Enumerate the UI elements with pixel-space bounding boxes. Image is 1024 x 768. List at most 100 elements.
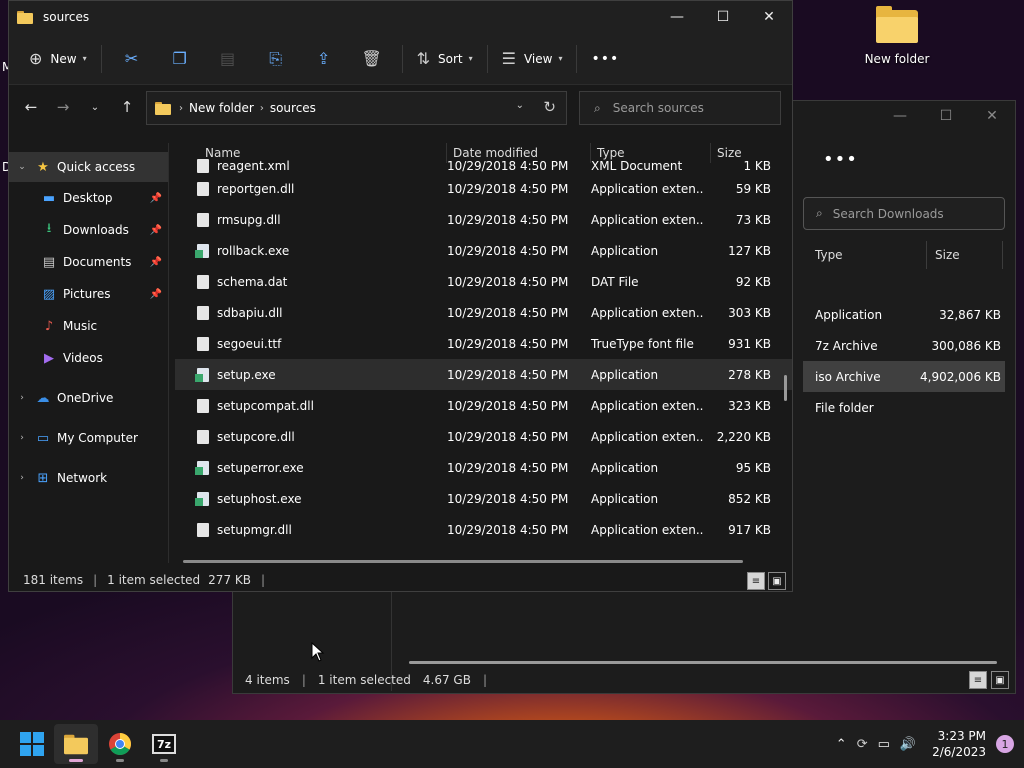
file-row[interactable]: schema.dat 10/29/2018 4:50 PM DAT File 92 K… [175,266,792,297]
taskbar-chrome[interactable] [98,724,142,764]
file-type: Application [591,243,659,258]
file-list: ⌃ Name Date modified Type Size reagent.x… [175,143,792,563]
document-file-icon [197,398,209,413]
file-type: DAT File [591,274,639,289]
delete-icon[interactable]: 🗑 [348,41,396,77]
sidebar-item-desktop[interactable]: ▬ Desktop 📌 [9,182,168,214]
cut-icon[interactable]: ✂ [108,41,156,77]
sidebar-item-documents[interactable]: ▤ Documents 📌 [9,246,168,278]
more-options-button[interactable]: ••• [823,149,858,170]
close-icon[interactable]: ✕ [746,1,792,33]
horizontal-scrollbar[interactable] [409,661,997,664]
sidebar-item-quick-access[interactable]: ⌄ ★ Quick access [9,152,168,182]
chrome-icon [109,733,131,755]
chevron-down-icon[interactable]: ⌄ [15,162,29,172]
breadcrumb-item[interactable]: sources [270,101,316,115]
sidebar-item-pictures[interactable]: ▨ Pictures 📌 [9,278,168,310]
file-date: 10/29/2018 4:50 PM [447,212,569,227]
search-input[interactable]: ⌕ Search sources [579,91,781,125]
back-arrow-icon[interactable]: ← [15,91,47,123]
sync-icon[interactable]: ⟳ [857,737,868,752]
sort-button[interactable]: ⇅ Sort ▾ [409,41,481,77]
new-button[interactable]: ⊕ New ▾ [21,41,95,77]
notification-badge[interactable]: 1 [996,735,1014,753]
file-row[interactable]: segoeui.ttf 10/29/2018 4:50 PM TrueType fo… [175,328,792,359]
file-row[interactable]: setupcompat.dll 10/29/2018 4:50 PM Applica… [175,390,792,421]
view-button[interactable]: ☰ View ▾ [494,41,571,77]
chevron-right-icon[interactable]: › [15,433,29,443]
taskbar-file-explorer[interactable] [54,724,98,764]
document-file-icon [197,522,209,537]
file-row[interactable]: setupcore.dll 10/29/2018 4:50 PM Applicati… [175,421,792,452]
tiles-view-icon[interactable]: ▣ [768,572,786,590]
address-bar[interactable]: › New folder › sources ⌄ ↻ [146,91,567,125]
file-row[interactable]: setuperror.exe 10/29/2018 4:50 PM Applicat… [175,452,792,483]
more-options-button[interactable]: ••• [583,41,627,77]
share-icon[interactable]: ⇪ [300,41,348,77]
network-icon: ⊞ [37,470,49,486]
chevron-right-icon[interactable]: › [15,473,29,483]
copy-icon[interactable]: ❐ [156,41,204,77]
vertical-scrollbar[interactable] [784,375,787,401]
details-view-icon[interactable]: ≡ [747,572,765,590]
recent-chevron-icon[interactable]: ⌄ [79,91,111,123]
search-downloads-input[interactable]: ⌕ Search Downloads [803,197,1005,230]
start-button[interactable] [10,724,54,764]
chevron-up-icon[interactable]: ⌃ [836,737,847,752]
refresh-icon[interactable]: ↻ [543,98,556,116]
taskbar-7zip[interactable]: 7z [142,724,186,764]
file-row[interactable]: iso Archive 4,902,006 KB [803,361,1005,392]
minimize-icon[interactable]: — [877,101,923,131]
volume-icon[interactable]: 🔊 [900,737,916,752]
application-file-icon [195,491,209,506]
file-row[interactable]: 7z Archive 300,086 KB [803,330,1005,361]
system-tray: ⌃ ⟳ ▭ 🔊 3:23 PM 2/6/2023 1 [836,720,1014,768]
file-row[interactable]: setuphost.exe 10/29/2018 4:50 PM Applicati… [175,483,792,514]
download-icon: ⭳ [46,221,52,236]
horizontal-scrollbar[interactable] [183,560,743,563]
clock[interactable]: 3:23 PM 2/6/2023 [932,728,986,760]
paste-icon[interactable]: ▤ [204,41,252,77]
file-size: 278 KB [728,367,771,382]
chevron-right-icon[interactable]: › [15,393,29,403]
sidebar-item-downloads[interactable]: ⭳ Downloads 📌 [9,214,168,246]
rename-icon[interactable]: ⎘ [252,41,300,77]
file-size: 931 KB [728,336,771,351]
network-status-icon[interactable]: ▭ [878,737,890,752]
file-row[interactable]: reportgen.dll 10/29/2018 4:50 PM Applicati… [175,173,792,204]
file-row[interactable]: rollback.exe 10/29/2018 4:50 PM Applicatio… [175,235,792,266]
file-row[interactable]: rmsupg.dll 10/29/2018 4:50 PM Application … [175,204,792,235]
search-icon: ⌕ [816,206,823,220]
sidebar-item-my-computer[interactable]: › ▭ My Computer [9,422,168,454]
chevron-down-icon[interactable]: ⌄ [516,100,524,111]
column-header: Type Size [803,241,1009,269]
details-view-icon[interactable]: ≡ [969,671,987,689]
file-row[interactable]: setupmgr.dll 10/29/2018 4:50 PM Applicatio… [175,514,792,545]
file-row[interactable]: Application 32,867 KB [803,299,1005,330]
close-icon[interactable]: ✕ [969,101,1015,131]
breadcrumb-item[interactable]: New folder [189,101,254,115]
minimize-icon[interactable]: — [654,1,700,33]
column-type[interactable]: Type [803,241,927,269]
maximize-icon[interactable]: ☐ [700,1,746,33]
desktop-new-folder[interactable]: New folder [862,6,932,66]
file-row[interactable]: setup.exe 10/29/2018 4:50 PM Application 27… [175,359,792,390]
sidebar-item-videos[interactable]: ▶ Videos [9,342,168,374]
taskbar: 7z ⌃ ⟳ ▭ 🔊 3:23 PM 2/6/2023 1 [0,720,1024,768]
file-size: 917 KB [728,522,771,537]
maximize-icon[interactable]: ☐ [923,101,969,131]
pin-icon: 📌 [149,224,162,236]
sidebar-item-network[interactable]: › ⊞ Network [9,462,168,494]
up-arrow-icon[interactable]: ↑ [111,91,143,123]
tiles-view-icon[interactable]: ▣ [991,671,1009,689]
sidebar-item-onedrive[interactable]: › ☁ OneDrive [9,382,168,414]
sidebar-item-music[interactable]: ♪ Music [9,310,168,342]
title-bar[interactable]: sources — ☐ ✕ [9,1,792,33]
forward-arrow-icon[interactable]: → [47,91,79,123]
file-row[interactable]: reagent.xml 10/29/2018 4:50 PM XML Documen… [175,155,792,173]
file-row[interactable]: sdbapiu.dll 10/29/2018 4:50 PM Application… [175,297,792,328]
column-size[interactable]: Size [927,241,1003,269]
status-bar: 181 items | 1 item selected 277 KB | [23,573,266,587]
file-row[interactable]: File folder [803,392,1005,423]
file-name: segoeui.ttf [217,336,282,351]
